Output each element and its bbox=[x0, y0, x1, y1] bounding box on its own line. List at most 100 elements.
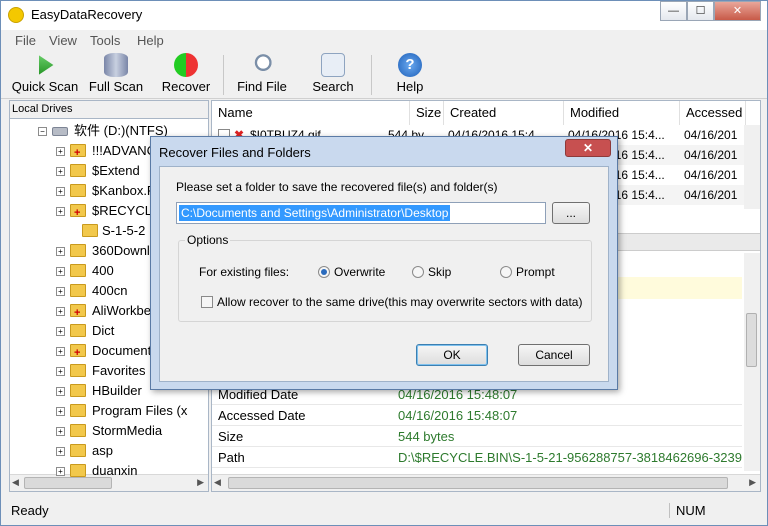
help-label: Help bbox=[396, 79, 424, 94]
search-button[interactable]: Search bbox=[307, 53, 359, 97]
folder-icon bbox=[70, 284, 86, 297]
menu-help[interactable]: Help bbox=[137, 33, 164, 48]
dialog-close-button[interactable]: ✕ bbox=[565, 139, 611, 157]
find-file-label: Find File bbox=[237, 79, 287, 94]
column-size[interactable]: Size bbox=[410, 101, 444, 125]
recover-label: Recover bbox=[161, 79, 211, 94]
folder-icon bbox=[70, 184, 86, 197]
find-file-button[interactable]: Find File bbox=[233, 53, 291, 97]
folder-icon bbox=[82, 224, 98, 237]
property-row: Path D:\$RECYCLE.BIN\S-1-5-21-956288757-… bbox=[212, 447, 742, 468]
list-vertical-scrollbar[interactable] bbox=[744, 125, 760, 209]
folder-icon bbox=[70, 444, 86, 457]
folder-icon bbox=[70, 164, 86, 177]
menu-bar: File View Tools Help bbox=[1, 31, 767, 51]
folder-icon bbox=[70, 264, 86, 277]
close-button[interactable]: ✕ bbox=[714, 1, 761, 21]
expand-icon[interactable]: + bbox=[56, 447, 65, 456]
toolbar-separator bbox=[371, 55, 372, 95]
recover-dialog: Recover Files and Folders ✕ Please set a… bbox=[150, 136, 618, 390]
toolbar-separator bbox=[223, 55, 224, 95]
toolbar: Quick Scan Full Scan Recover Find File S… bbox=[1, 51, 767, 99]
help-icon: ? bbox=[398, 53, 422, 77]
folder-icon bbox=[70, 404, 86, 417]
expand-icon[interactable]: + bbox=[56, 187, 65, 196]
dialog-prompt: Please set a folder to save the recovere… bbox=[176, 180, 498, 194]
dialog-body: Please set a folder to save the recovere… bbox=[159, 166, 609, 382]
recover-button[interactable]: Recover bbox=[157, 53, 215, 97]
skip-label: Skip bbox=[428, 265, 452, 279]
window-title: EasyDataRecovery bbox=[31, 7, 143, 22]
drive-tree-header: Local Drives bbox=[10, 101, 208, 119]
expand-icon[interactable]: + bbox=[56, 307, 65, 316]
folder-icon bbox=[70, 464, 86, 477]
folder-icon bbox=[70, 244, 86, 257]
expand-icon[interactable]: + bbox=[56, 287, 65, 296]
quick-scan-button[interactable]: Quick Scan bbox=[9, 53, 81, 97]
folder-icon bbox=[70, 203, 86, 223]
expand-icon[interactable]: + bbox=[56, 367, 65, 376]
prompt-radio[interactable] bbox=[500, 266, 512, 278]
save-path-input[interactable]: C:\Documents and Settings\Administrator\… bbox=[176, 202, 546, 224]
overwrite-label: Overwrite bbox=[334, 265, 386, 279]
maximize-button[interactable]: ☐ bbox=[687, 1, 714, 21]
properties-vertical-scrollbar[interactable] bbox=[744, 253, 760, 471]
folder-icon bbox=[70, 343, 86, 363]
same-drive-checkbox[interactable] bbox=[201, 296, 213, 308]
property-row: Accessed Date 04/16/2016 15:48:07 bbox=[212, 405, 742, 426]
quick-scan-label: Quick Scan bbox=[11, 79, 79, 94]
property-row: Size 544 bytes bbox=[212, 426, 742, 447]
title-bar: EasyDataRecovery — ☐ ✕ bbox=[1, 1, 767, 30]
same-drive-label: Allow recover to the same drive(this may… bbox=[217, 295, 583, 309]
menu-tools[interactable]: Tools bbox=[90, 33, 120, 48]
folder-icon bbox=[70, 364, 86, 377]
column-name[interactable]: Name bbox=[212, 101, 410, 125]
column-accessed[interactable]: Accessed bbox=[680, 101, 746, 125]
num-lock-indicator: NUM bbox=[669, 503, 706, 518]
expand-icon[interactable]: + bbox=[56, 467, 65, 476]
prompt-label: Prompt bbox=[516, 265, 555, 279]
expand-icon[interactable]: + bbox=[56, 267, 65, 276]
folder-icon bbox=[70, 384, 86, 397]
app-icon bbox=[8, 7, 24, 23]
expand-icon[interactable]: + bbox=[56, 207, 65, 216]
minimize-button[interactable]: — bbox=[660, 1, 687, 21]
status-bar: Ready NUM bbox=[1, 500, 767, 525]
expand-icon[interactable]: + bbox=[56, 147, 65, 156]
folder-icon bbox=[70, 324, 86, 337]
cancel-button[interactable]: Cancel bbox=[518, 344, 590, 366]
expand-icon[interactable]: + bbox=[56, 327, 65, 336]
expand-icon[interactable]: + bbox=[56, 427, 65, 436]
existing-files-label: For existing files: bbox=[199, 265, 290, 279]
options-group: Options For existing files: Overwrite Sk… bbox=[178, 233, 592, 322]
drive-icon bbox=[52, 127, 68, 136]
disk-scan-icon bbox=[104, 53, 128, 77]
folder-icon bbox=[70, 143, 86, 163]
menu-view[interactable]: View bbox=[49, 33, 77, 48]
magnifier-icon bbox=[250, 53, 274, 77]
browse-button[interactable]: ... bbox=[552, 202, 590, 224]
expand-icon[interactable]: + bbox=[56, 167, 65, 176]
options-label: Options bbox=[185, 233, 231, 247]
expand-icon[interactable]: + bbox=[56, 247, 65, 256]
skip-radio[interactable] bbox=[412, 266, 424, 278]
collapse-icon[interactable]: − bbox=[38, 127, 47, 136]
folder-icon bbox=[70, 303, 86, 323]
help-button[interactable]: ? Help bbox=[385, 53, 435, 97]
status-text: Ready bbox=[11, 503, 49, 518]
properties-horizontal-scrollbar[interactable]: ◀ ▶ bbox=[212, 474, 760, 491]
overwrite-radio[interactable] bbox=[318, 266, 330, 278]
column-created[interactable]: Created bbox=[444, 101, 564, 125]
column-modified[interactable]: Modified bbox=[564, 101, 680, 125]
full-scan-button[interactable]: Full Scan bbox=[85, 53, 147, 97]
dialog-title: Recover Files and Folders bbox=[159, 145, 311, 160]
expand-icon[interactable]: + bbox=[56, 407, 65, 416]
folder-icon bbox=[70, 424, 86, 437]
menu-file[interactable]: File bbox=[15, 33, 36, 48]
expand-icon[interactable]: + bbox=[56, 347, 65, 356]
ok-button[interactable]: OK bbox=[416, 344, 488, 366]
search-doc-icon bbox=[321, 53, 345, 77]
expand-icon[interactable]: + bbox=[56, 387, 65, 396]
play-icon bbox=[39, 55, 54, 75]
full-scan-label: Full Scan bbox=[88, 79, 144, 94]
